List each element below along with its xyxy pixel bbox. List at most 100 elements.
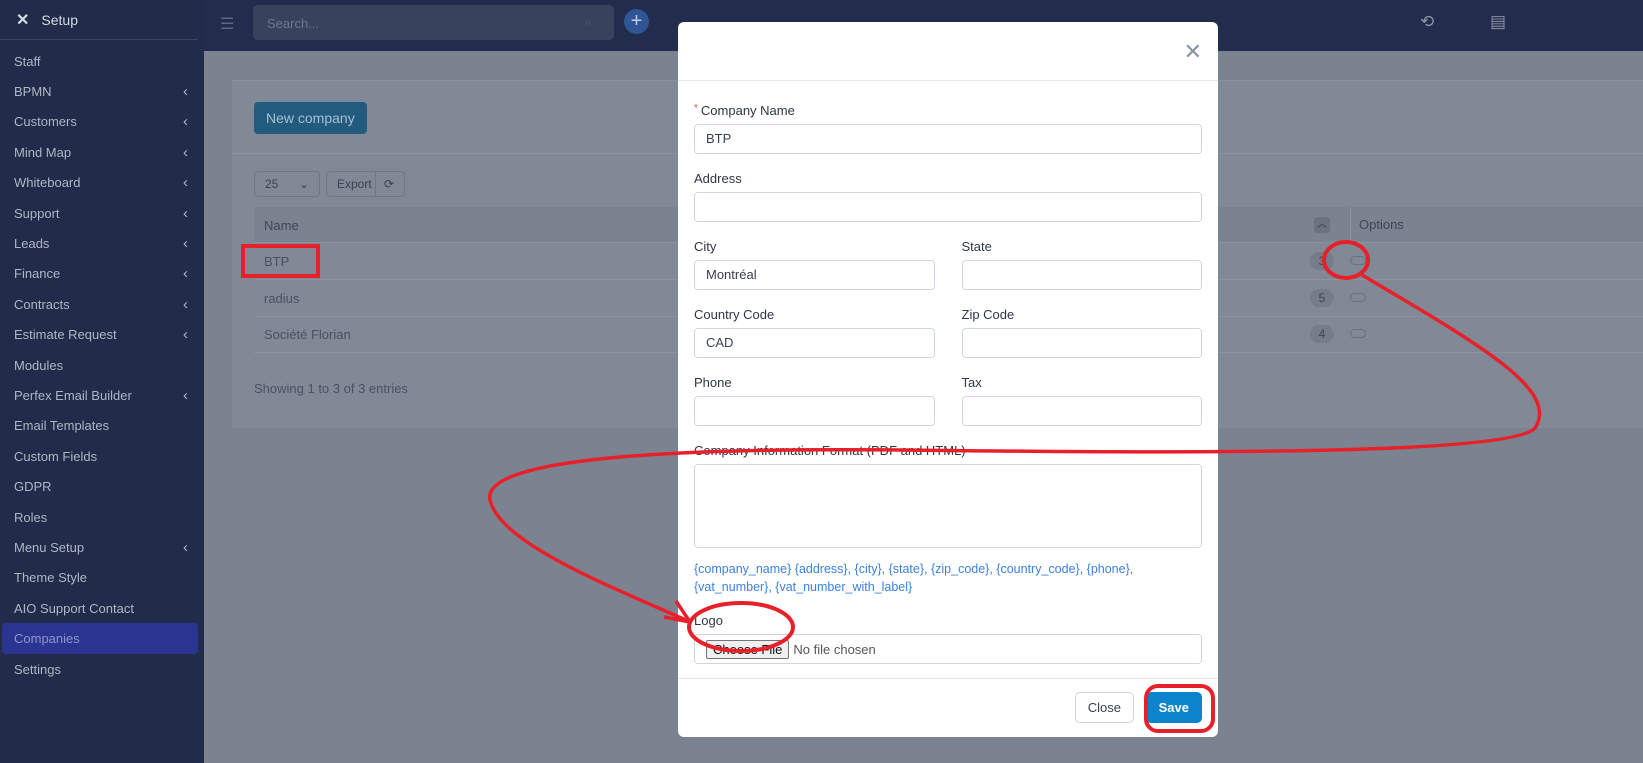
chevron-left-icon: ‹	[183, 265, 188, 283]
state-input[interactable]	[961, 260, 1202, 290]
sidebar-item-estimate-request[interactable]: Estimate Request ‹	[0, 320, 204, 350]
zip-code-input[interactable]	[961, 328, 1202, 358]
required-icon: *	[694, 103, 698, 114]
company-modal: ✕ * Company Name BTP Address City Montréal…	[678, 22, 1218, 737]
export-button[interactable]: Export	[326, 171, 376, 197]
company-name-link[interactable]: Société Florian	[264, 327, 351, 342]
country-code-label: Country Code	[694, 307, 775, 322]
chevron-left-icon: ‹	[183, 326, 188, 344]
quick-add-button[interactable]: +	[624, 9, 649, 34]
company-name-link[interactable]: radius	[264, 291, 299, 306]
sidebar-item-support[interactable]: Support ‹	[0, 198, 204, 228]
address-input[interactable]	[694, 192, 1202, 222]
chevron-left-icon: ‹	[183, 113, 188, 131]
company-format-textarea[interactable]	[694, 464, 1202, 548]
save-button[interactable]: Save	[1145, 692, 1202, 723]
sidebar-item-label: Settings	[14, 661, 61, 677]
chevron-down-icon: ⌄	[298, 177, 309, 191]
sidebar-item-label: Modules	[14, 357, 64, 373]
sidebar-item-label: Estimate Request	[14, 327, 117, 343]
sidebar-item-roles[interactable]: Roles	[0, 502, 204, 532]
history-icon[interactable]: ⟲	[1420, 12, 1434, 32]
chevron-left-icon: ‹	[183, 295, 188, 313]
company-name-input[interactable]: BTP	[694, 124, 1202, 154]
contact-card-icon[interactable]: ▤	[1490, 12, 1506, 32]
sidebar-item-label: Support	[14, 205, 60, 221]
sidebar-item-contracts[interactable]: Contracts ‹	[0, 289, 204, 319]
options-toggle[interactable]	[1350, 329, 1366, 338]
search-input[interactable]: Search... ⌕	[253, 5, 614, 40]
sidebar-title: Setup	[41, 11, 78, 28]
tax-input[interactable]	[961, 396, 1202, 426]
sidebar: ✕ Setup Staff BPMN ‹ Customers ‹ Mind Map ‹ Whi…	[0, 0, 204, 763]
sidebar-item-label: Roles	[14, 509, 48, 525]
close-icon[interactable]: ✕	[16, 10, 29, 30]
sidebar-item-modules[interactable]: Modules	[0, 350, 204, 380]
sidebar-item-staff[interactable]: Staff	[0, 46, 204, 76]
new-company-button[interactable]: New company	[254, 102, 367, 134]
sidebar-item-label: Email Templates	[14, 418, 110, 434]
city-label: City	[694, 239, 717, 254]
chevron-left-icon: ‹	[183, 538, 188, 556]
sidebar-item-finance[interactable]: Finance ‹	[0, 259, 204, 289]
chevron-left-icon: ‹	[183, 235, 188, 253]
sidebar-item-whiteboard[interactable]: Whiteboard ‹	[0, 168, 204, 198]
sidebar-item-email-templates[interactable]: Email Templates	[0, 411, 204, 441]
phone-input[interactable]	[694, 396, 935, 426]
menu-toggle-icon[interactable]: ☰	[220, 14, 234, 34]
sidebar-header: ✕ Setup	[0, 0, 198, 40]
sidebar-item-theme-style[interactable]: Theme Style	[0, 563, 204, 593]
sidebar-item-menu-setup[interactable]: Menu Setup ‹	[0, 532, 204, 562]
sidebar-item-label: Contracts	[14, 296, 70, 312]
logo-label: Logo	[694, 613, 723, 628]
chevron-left-icon: ‹	[183, 143, 188, 161]
sidebar-item-label: Whiteboard	[14, 175, 81, 191]
sidebar-item-gdpr[interactable]: GDPR	[0, 471, 204, 501]
close-icon[interactable]: ✕	[1184, 39, 1202, 65]
column-name[interactable]: Name	[264, 218, 299, 233]
column-options: Options	[1350, 207, 1404, 243]
city-input[interactable]: Montréal	[694, 260, 935, 290]
count-badge: 3	[1310, 252, 1334, 270]
sidebar-item-label: Mind Map	[14, 144, 72, 160]
sidebar-item-perfex-email-builder[interactable]: Perfex Email Builder ‹	[0, 380, 204, 410]
sidebar-item-label: Finance	[14, 266, 61, 282]
options-toggle[interactable]	[1350, 256, 1366, 265]
sidebar-item-custom-fields[interactable]: Custom Fields	[0, 441, 204, 471]
logo-file-input[interactable]: Choose File No file chosen	[694, 634, 1202, 664]
chevron-left-icon: ‹	[183, 174, 188, 192]
sidebar-item-label: AIO Support Contact	[14, 600, 134, 616]
tax-label: Tax	[961, 375, 982, 390]
format-label: Company Information Format (PDF and HTML…	[694, 443, 966, 458]
close-button[interactable]: Close	[1074, 692, 1134, 723]
page-size-select[interactable]: 25 ⌄	[254, 171, 320, 197]
sidebar-item-mind-map[interactable]: Mind Map ‹	[0, 137, 204, 167]
phone-label: Phone	[694, 375, 732, 390]
state-label: State	[961, 239, 992, 254]
sidebar-item-label: Menu Setup	[14, 539, 85, 555]
sidebar-item-bpmn[interactable]: BPMN ‹	[0, 76, 204, 106]
country-code-input[interactable]: CAD	[694, 328, 935, 358]
sidebar-item-label: Companies	[14, 631, 80, 647]
sidebar-item-settings[interactable]: Settings	[0, 654, 204, 684]
page-size-value: 25	[265, 177, 279, 191]
sidebar-item-label: Theme Style	[14, 570, 87, 586]
sidebar-item-label: GDPR	[14, 479, 52, 495]
sidebar-item-label: Leads	[14, 236, 50, 252]
showing-entries: Showing 1 to 3 of 3 entries	[254, 381, 408, 396]
company-name-link[interactable]: BTP	[264, 254, 289, 269]
options-toggle[interactable]	[1350, 292, 1366, 302]
sidebar-item-label: Custom Fields	[14, 448, 98, 464]
sidebar-item-aio-support-contact[interactable]: AIO Support Contact	[0, 593, 204, 623]
refresh-icon: ⟳	[384, 177, 395, 191]
refresh-button[interactable]: ⟳	[375, 171, 405, 197]
count-badge: 4	[1310, 325, 1334, 343]
choose-file-button[interactable]: Choose File	[706, 639, 790, 659]
sort-icon[interactable]: ︿	[1314, 217, 1330, 233]
search-icon[interactable]: ⌕	[585, 14, 592, 30]
sidebar-item-customers[interactable]: Customers ‹	[0, 107, 204, 137]
sidebar-item-companies[interactable]: Companies	[2, 623, 198, 654]
chevron-left-icon: ‹	[183, 386, 188, 404]
sidebar-item-leads[interactable]: Leads ‹	[0, 228, 204, 258]
merge-field-tags[interactable]: {company_name} {address}, {city}, {state…	[694, 560, 1202, 596]
